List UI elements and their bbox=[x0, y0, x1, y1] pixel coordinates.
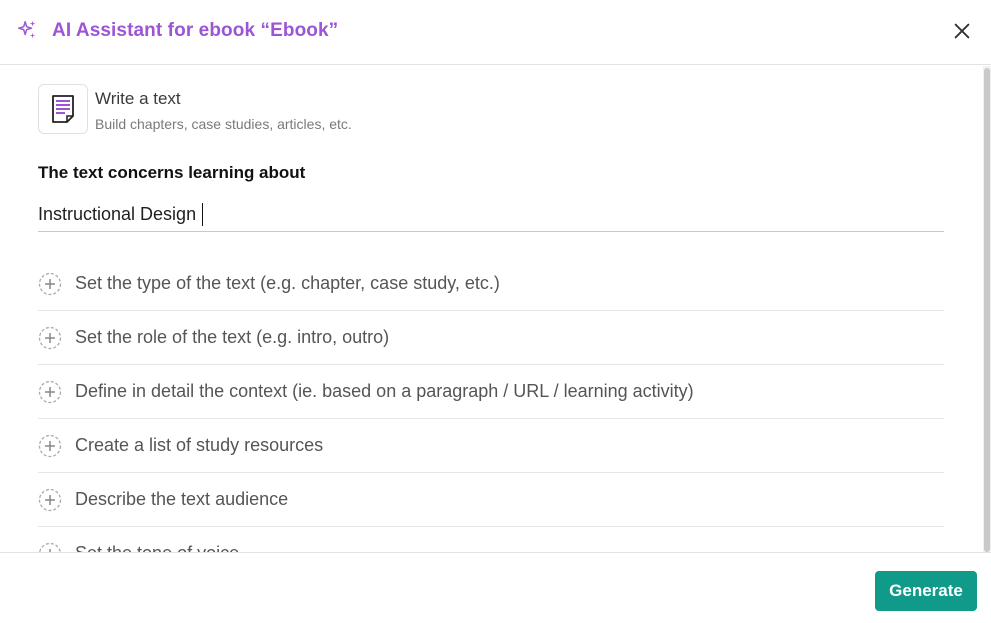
type-card-subtitle: Build chapters, case studies, articles, … bbox=[95, 116, 352, 132]
option-tone-of-voice[interactable]: Set the tone of voice bbox=[38, 527, 944, 552]
add-circle-icon bbox=[38, 488, 62, 511]
generate-button[interactable]: Generate bbox=[875, 571, 977, 611]
document-icon bbox=[52, 95, 74, 123]
dialog-footer: Generate bbox=[0, 552, 991, 623]
document-icon-box bbox=[38, 84, 88, 134]
text-type-card[interactable]: Write a text Build chapters, case studie… bbox=[38, 84, 352, 134]
topic-label: The text concerns learning about bbox=[38, 163, 306, 182]
add-circle-icon bbox=[38, 434, 62, 457]
type-card-title: Write a text bbox=[95, 89, 181, 108]
scrollbar-thumb[interactable] bbox=[984, 68, 990, 552]
option-label: Set the type of the text (e.g. chapter, … bbox=[75, 273, 500, 293]
option-label: Set the tone of voice bbox=[75, 543, 239, 552]
dialog-title: AI Assistant for ebook “Ebook” bbox=[52, 20, 339, 41]
close-icon[interactable] bbox=[951, 20, 973, 42]
sparkle-icon bbox=[18, 20, 36, 39]
dialog-header: AI Assistant for ebook “Ebook” bbox=[0, 0, 991, 65]
scrollbar[interactable] bbox=[983, 66, 991, 552]
option-audience[interactable]: Describe the text audience bbox=[38, 473, 944, 527]
text-caret bbox=[202, 203, 203, 226]
option-label: Define in detail the context (ie. based … bbox=[75, 381, 694, 401]
options-list: Set the type of the text (e.g. chapter, … bbox=[38, 257, 944, 552]
dialog-body: Write a text Build chapters, case studie… bbox=[0, 66, 991, 552]
add-circle-icon bbox=[38, 380, 62, 403]
add-circle-icon bbox=[38, 272, 62, 295]
option-label: Create a list of study resources bbox=[75, 435, 324, 455]
option-label: Describe the text audience bbox=[75, 489, 289, 509]
option-set-role[interactable]: Set the role of the text (e.g. intro, ou… bbox=[38, 311, 944, 365]
option-define-context[interactable]: Define in detail the context (ie. based … bbox=[38, 365, 944, 419]
option-set-type[interactable]: Set the type of the text (e.g. chapter, … bbox=[38, 257, 944, 311]
option-study-resources[interactable]: Create a list of study resources bbox=[38, 419, 944, 473]
add-circle-icon bbox=[38, 326, 62, 349]
topic-input[interactable] bbox=[38, 198, 944, 232]
option-label: Set the role of the text (e.g. intro, ou… bbox=[75, 327, 390, 347]
add-circle-icon bbox=[38, 542, 62, 552]
